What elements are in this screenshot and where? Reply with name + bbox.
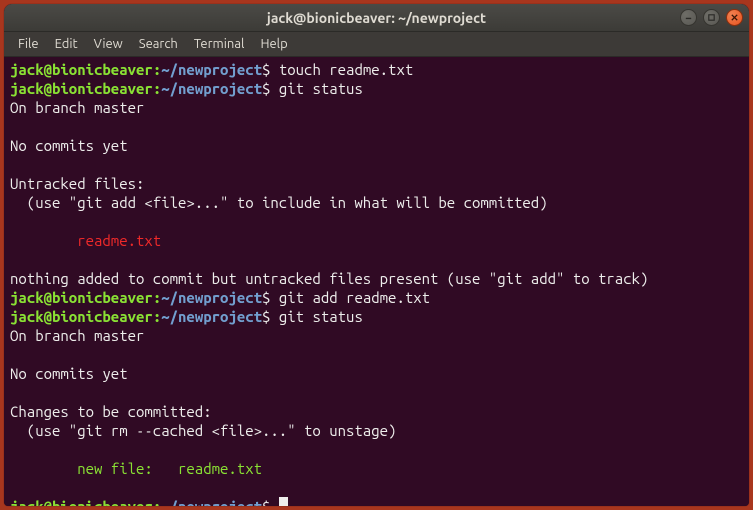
output-untracked-header: Untracked files: (10, 175, 144, 192)
prompt-user: jack@bionicbeaver (10, 61, 153, 78)
prompt-sep: : (153, 308, 161, 325)
prompt-user: jack@bionicbeaver (10, 289, 153, 306)
output-nothing-added: nothing added to commit but untracked fi… (10, 270, 648, 287)
prompt-user: jack@bionicbeaver (10, 308, 153, 325)
prompt-sep: : (153, 61, 161, 78)
command-1: touch readme.txt (279, 61, 413, 78)
prompt-symbol: $ (262, 289, 270, 306)
maximize-button[interactable] (703, 9, 720, 26)
prompt-symbol: $ (262, 80, 270, 97)
prompt-sep: : (153, 498, 161, 506)
minimize-button[interactable] (680, 9, 697, 26)
prompt-sep: : (153, 80, 161, 97)
prompt-path: ~/newproject (161, 498, 262, 506)
window-title: jack@bionicbeaver: ~/newproject (4, 10, 749, 26)
menu-terminal[interactable]: Terminal (186, 34, 253, 54)
prompt-path: ~/newproject (161, 289, 262, 306)
menubar: File Edit View Search Terminal Help (4, 32, 749, 57)
menu-search[interactable]: Search (131, 34, 186, 54)
output-branch: On branch master (10, 99, 144, 116)
close-icon (730, 13, 739, 22)
cursor (279, 497, 288, 506)
prompt-user: jack@bionicbeaver (10, 80, 153, 97)
output-untracked-hint: (use "git add <file>..." to include in w… (10, 194, 548, 211)
menu-view[interactable]: View (86, 34, 131, 54)
command-4: git status (279, 308, 363, 325)
prompt-symbol: $ (262, 308, 270, 325)
maximize-icon (707, 13, 716, 22)
menu-help[interactable]: Help (252, 34, 295, 54)
output-untracked-file: readme.txt (10, 232, 161, 249)
output-nocommits: No commits yet (10, 137, 128, 154)
prompt-path: ~/newproject (161, 308, 262, 325)
command-3: git add readme.txt (279, 289, 430, 306)
prompt-symbol: $ (262, 498, 270, 506)
command-2: git status (279, 80, 363, 97)
window-controls (680, 9, 743, 26)
prompt-sep: : (153, 289, 161, 306)
output-new-file: new file: readme.txt (10, 460, 262, 477)
close-button[interactable] (726, 9, 743, 26)
prompt-user: jack@bionicbeaver (10, 498, 153, 506)
titlebar: jack@bionicbeaver: ~/newproject (4, 4, 749, 32)
prompt-path: ~/newproject (161, 80, 262, 97)
menu-file[interactable]: File (10, 34, 47, 54)
output-nocommits-2: No commits yet (10, 365, 128, 382)
output-branch-2: On branch master (10, 327, 144, 344)
output-changes-header: Changes to be committed: (10, 403, 212, 420)
terminal-content[interactable]: jack@bionicbeaver:~/newproject$ touch re… (4, 57, 749, 506)
prompt-symbol: $ (262, 61, 270, 78)
minimize-icon (684, 13, 693, 22)
terminal-window: jack@bionicbeaver: ~/newproject File Edi… (4, 4, 749, 506)
output-changes-hint: (use "git rm --cached <file>..." to unst… (10, 422, 396, 439)
prompt-path: ~/newproject (161, 61, 262, 78)
menu-edit[interactable]: Edit (47, 34, 86, 54)
